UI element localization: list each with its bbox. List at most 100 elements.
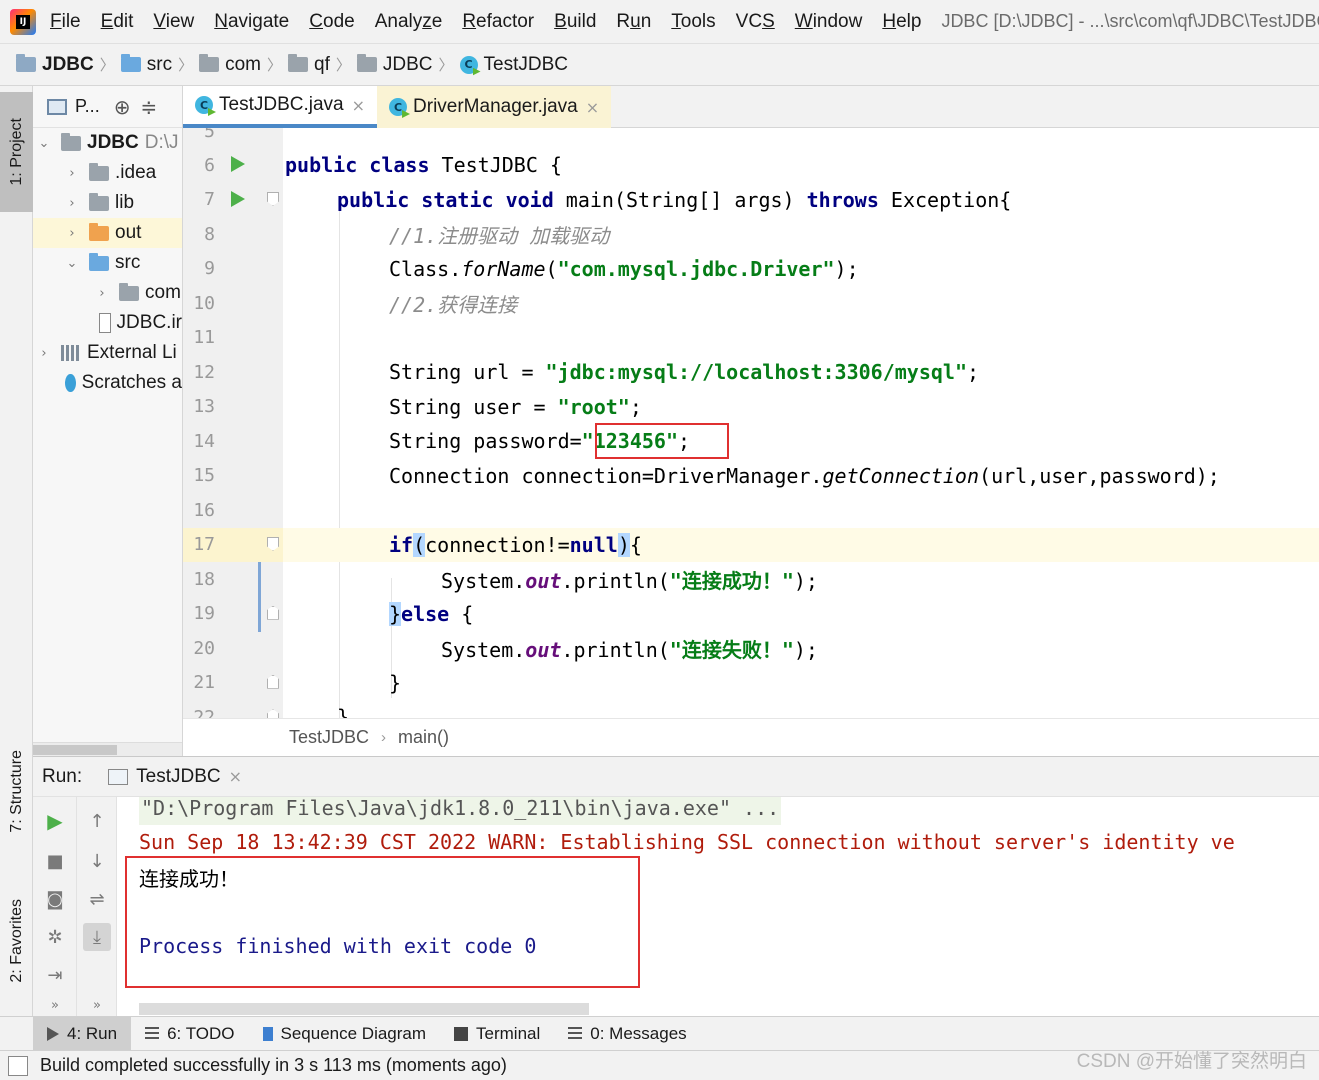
menu-build[interactable]: Build	[554, 11, 596, 33]
locate-icon[interactable]: ⊕	[114, 95, 131, 119]
nav-crumb-src[interactable]: src 〉	[120, 54, 199, 76]
menu-code[interactable]: Code	[309, 11, 354, 33]
nav-crumb-label: com	[225, 53, 261, 75]
menu-run[interactable]: Run	[616, 11, 651, 33]
structure-tool-tab[interactable]: 7: Structure	[0, 726, 33, 856]
close-icon[interactable]: ×	[352, 96, 365, 115]
tree-item-src[interactable]: ⌄ src	[33, 248, 182, 278]
line-number: 7	[204, 189, 215, 211]
run-gutter-icon[interactable]	[231, 156, 245, 173]
code-line: 6 public class TestJDBC {	[183, 148, 1319, 183]
chevron-right-icon[interactable]: ›	[95, 286, 109, 301]
breadcrumb-method[interactable]: main()	[398, 727, 449, 748]
window-title: JDBC [D:\JDBC] - ...\src\com\qf\JDBC\Tes…	[941, 11, 1319, 31]
tree-item-scratches[interactable]: Scratches a	[33, 368, 182, 398]
nav-crumb-com[interactable]: com 〉	[199, 54, 288, 76]
collapse-icon[interactable]: ≑	[140, 95, 157, 119]
chevron-right-icon[interactable]: ›	[37, 346, 51, 361]
console-horizontal-scrollbar[interactable]	[139, 1003, 589, 1015]
run-config-icon	[108, 768, 129, 785]
more-icon[interactable]: »	[83, 991, 111, 1019]
exit-icon[interactable]: ⇥	[41, 961, 69, 989]
chevron-down-icon[interactable]: ⌄	[65, 256, 79, 271]
nav-crumb-project[interactable]: JDBC 〉	[16, 54, 121, 76]
scroll-to-end-icon[interactable]: ⤓	[83, 923, 111, 951]
tree-item-out[interactable]: › out	[33, 218, 182, 248]
line-number: 21	[193, 672, 215, 694]
more-icon[interactable]: »	[41, 991, 69, 1019]
menu-bar: IJ File Edit View Navigate Code Analyze …	[0, 0, 1319, 44]
close-icon[interactable]: ×	[586, 98, 599, 117]
class-icon: C	[195, 96, 213, 114]
navigation-bar: JDBC 〉 src 〉 com 〉 qf 〉 JDBC 〉 C TestJDB…	[0, 44, 1319, 86]
stop-icon[interactable]: ■	[41, 847, 69, 875]
breadcrumb-class[interactable]: TestJDBC	[289, 727, 369, 748]
menu-refactor[interactable]: Refactor	[462, 11, 534, 33]
tree-item-jdbc-root[interactable]: ⌄ JDBC D:\J	[33, 128, 182, 158]
close-icon[interactable]: ×	[229, 767, 242, 786]
camera-icon[interactable]: ◙	[41, 885, 69, 913]
project-tool-tab-label: 1: Project	[7, 118, 25, 186]
code-text: System.out.println("连接失败！");	[441, 637, 818, 662]
tool-windows-icon[interactable]	[8, 1055, 28, 1076]
folder-icon	[89, 192, 109, 211]
settings-icon[interactable]: ✲	[41, 923, 69, 951]
menu-view[interactable]: View	[153, 11, 194, 33]
tree-item-jdbc-iml[interactable]: JDBC.ir	[33, 308, 182, 338]
console-output[interactable]: "D:\Program Files\Java\jdk1.8.0_211\bin\…	[117, 797, 1319, 1017]
menu-file[interactable]: File	[50, 11, 81, 33]
chevron-right-icon[interactable]: ›	[65, 226, 79, 241]
bottom-tab-messages[interactable]: 0: Messages	[554, 1017, 700, 1051]
menu-navigate[interactable]: Navigate	[214, 11, 289, 33]
bottom-tab-terminal[interactable]: Terminal	[440, 1017, 554, 1051]
code-line: 7 public static void main(String[] args)…	[183, 183, 1319, 218]
run-gutter-icon[interactable]	[231, 190, 245, 207]
run-icon	[47, 1026, 59, 1041]
menu-window[interactable]: Window	[795, 11, 863, 33]
project-horizontal-scrollbar[interactable]	[33, 742, 182, 756]
fold-icon[interactable]	[267, 605, 279, 620]
menu-vcs[interactable]: VCS	[736, 11, 775, 33]
rerun-icon[interactable]: ▶	[41, 807, 69, 835]
code-line: 12 String url = "jdbc:mysql://localhost:…	[183, 355, 1319, 390]
tab-drivermanager-java[interactable]: C DriverManager.java ×	[377, 86, 612, 128]
menu-analyze[interactable]: Analyze	[375, 11, 443, 33]
tree-item-lib[interactable]: › lib	[33, 188, 182, 218]
code-editor[interactable]: 5 6 public class TestJDBC { 7 public sta…	[183, 128, 1319, 718]
menu-help[interactable]: Help	[882, 11, 921, 33]
module-file-icon	[99, 313, 111, 333]
line-number: 12	[193, 361, 215, 383]
bottom-tab-run[interactable]: 4: Run	[33, 1016, 132, 1051]
fold-icon[interactable]	[267, 674, 279, 689]
menu-edit[interactable]: Edit	[101, 11, 134, 33]
menu-tools[interactable]: Tools	[671, 11, 715, 33]
chevron-right-icon[interactable]: ›	[65, 166, 79, 181]
tab-testjdbc-java[interactable]: C TestJDBC.java ×	[183, 86, 378, 128]
arrow-up-icon[interactable]: ↑	[83, 807, 111, 835]
console-command-line: "D:\Program Files\Java\jdk1.8.0_211\bin\…	[139, 797, 782, 825]
tree-item-external-libraries[interactable]: › External Li	[33, 338, 182, 368]
favorites-tool-tab[interactable]: 2: Favorites	[0, 876, 33, 1006]
tree-item-idea[interactable]: › .idea	[33, 158, 182, 188]
soft-wrap-icon[interactable]: ⇌	[83, 885, 111, 913]
tree-item-label: .idea	[115, 162, 157, 183]
chevron-right-icon[interactable]: ›	[65, 196, 79, 211]
run-config-tab[interactable]: TestJDBC ×	[108, 766, 242, 788]
tree-item-com[interactable]: › com	[33, 278, 182, 308]
nav-crumb-jdbc-package[interactable]: JDBC 〉	[356, 54, 460, 76]
package-icon	[356, 54, 377, 72]
line-number-cell: 13	[183, 390, 283, 425]
fold-icon[interactable]	[267, 709, 279, 718]
fold-icon[interactable]	[267, 536, 279, 551]
nav-crumb-class[interactable]: C TestJDBC	[459, 54, 568, 76]
chevron-down-icon[interactable]: ⌄	[37, 136, 51, 151]
nav-crumb-qf[interactable]: qf 〉	[288, 54, 357, 76]
arrow-down-icon[interactable]: ↓	[83, 847, 111, 875]
fold-icon[interactable]	[267, 191, 279, 206]
project-view-selector[interactable]: P...	[75, 96, 100, 117]
source-folder-icon	[120, 54, 141, 72]
project-tool-tab[interactable]: 1: Project	[0, 92, 33, 212]
source-folder-icon	[89, 252, 109, 271]
bottom-tab-sequence-diagram[interactable]: Sequence Diagram	[249, 1017, 441, 1051]
bottom-tab-todo[interactable]: 6: TODO	[131, 1017, 248, 1051]
